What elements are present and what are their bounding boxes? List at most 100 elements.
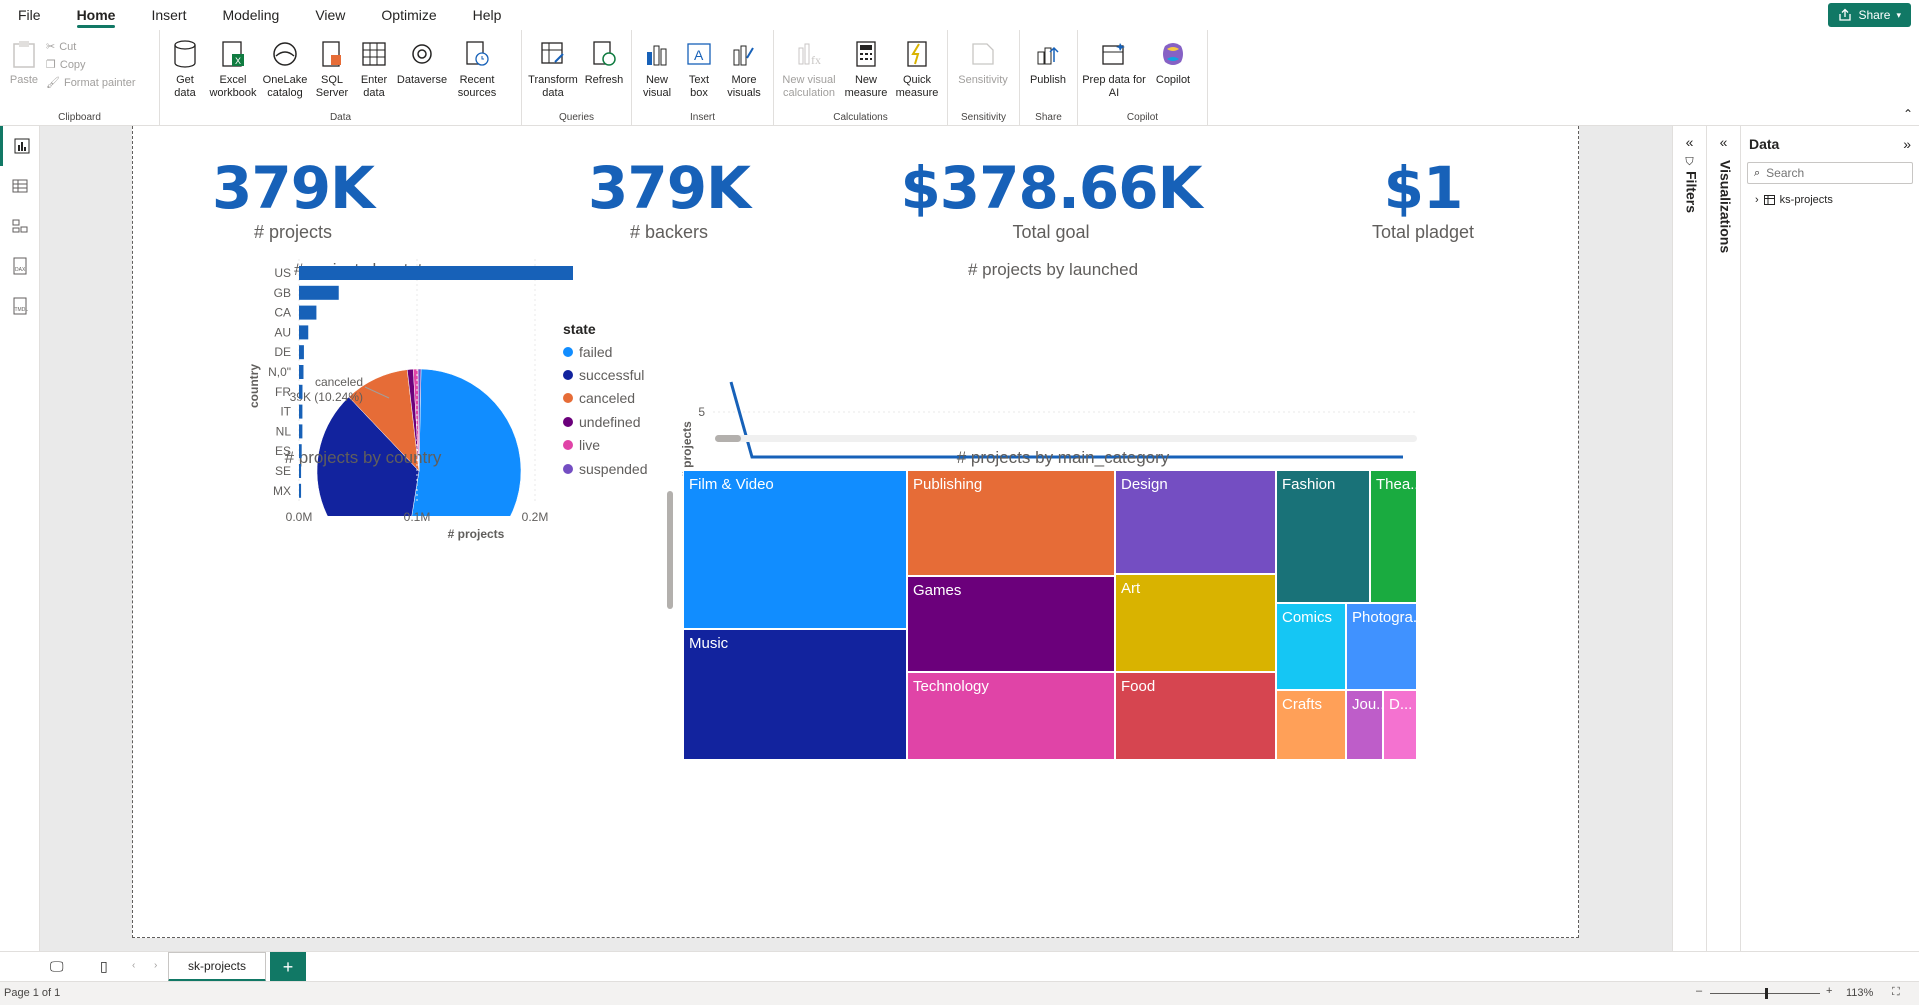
legend-item-suspended[interactable]: suspended (563, 457, 648, 481)
treemap-cell[interactable]: Thea... (1370, 470, 1417, 603)
line-chart-scrollbar[interactable] (715, 435, 1417, 442)
zoom-out-icon[interactable]: – (1696, 985, 1702, 997)
cut-button[interactable]: ✂ Cut (46, 40, 136, 54)
recent-sources-button[interactable]: Recent sources (450, 34, 504, 108)
copy-button[interactable]: ❐ Copy (46, 58, 136, 72)
y-tick-label: ES (275, 444, 291, 458)
treemap-cell[interactable]: Music (683, 629, 907, 760)
sql-server-button[interactable]: SQL Server (312, 34, 352, 108)
legend-item-canceled[interactable]: canceled (563, 387, 648, 411)
onelake-catalog-button[interactable]: OneLake catalog (260, 34, 310, 108)
treemap-cell[interactable]: Technology (907, 672, 1115, 760)
treemap-chart[interactable]: Film & Video Music Publishing Games Technolo… (683, 470, 1417, 760)
zoom-slider[interactable] (1710, 988, 1820, 999)
bar-AU (299, 325, 309, 340)
text-box-button[interactable]: A Text box (680, 34, 718, 108)
zoom-in-icon[interactable]: + (1826, 985, 1832, 997)
new-measure-button[interactable]: New measure (842, 34, 890, 108)
paste-button[interactable]: Paste (4, 34, 44, 108)
menu-file[interactable]: File (0, 0, 59, 30)
more-visuals-button[interactable]: More visuals (720, 34, 768, 108)
menu-modeling[interactable]: Modeling (204, 0, 297, 30)
table-view-icon[interactable] (0, 166, 40, 206)
prev-page-icon[interactable]: ‹ (132, 960, 135, 971)
bar-chart[interactable]: 0.0M0.1M0.2M0.3MUSGBCAAUDEN,0"FRITNLESSE… (133, 126, 573, 546)
mobile-layout-icon[interactable]: ▯ (100, 958, 108, 975)
add-page-button[interactable]: + (270, 952, 306, 982)
scrollbar-thumb[interactable] (715, 435, 741, 442)
get-data-button[interactable]: Get data (164, 34, 206, 108)
legend-item-undefined[interactable]: undefined (563, 410, 648, 434)
transform-data-button[interactable]: Transform data (526, 34, 580, 108)
treemap-cell[interactable]: Food (1115, 672, 1276, 760)
treemap-cell[interactable]: Design (1115, 470, 1276, 574)
filter-icon: ⛉ (1685, 156, 1694, 168)
next-page-icon[interactable]: › (154, 960, 157, 971)
search-input[interactable] (1766, 166, 1887, 180)
share-button[interactable]: Share ▾ (1828, 3, 1911, 27)
card-label: # backers (629, 222, 709, 242)
tmdl-view-icon[interactable]: TMDL (0, 286, 40, 326)
page-tab-sk-projects[interactable]: sk-projects (168, 952, 266, 982)
report-view-icon[interactable] (0, 126, 40, 166)
zoom-slider-thumb[interactable] (1765, 988, 1768, 999)
collapse-visualizations-icon[interactable]: « (1707, 134, 1740, 150)
data-search-box[interactable]: ⌕ (1747, 162, 1913, 184)
new-visual-calculation-button[interactable]: fx New visual calculation (778, 34, 840, 108)
treemap-cell[interactable]: Fashion (1276, 470, 1370, 603)
expand-pane-icon[interactable]: » (1903, 136, 1911, 152)
treemap-cell[interactable]: D... (1383, 690, 1417, 760)
enter-data-button[interactable]: Enter data (354, 34, 394, 108)
filters-pane[interactable]: « ⛉ Filters (1672, 126, 1706, 951)
model-view-icon[interactable] (0, 206, 40, 246)
paste-icon (8, 38, 40, 70)
copilot-button[interactable]: Copilot (1148, 34, 1198, 108)
menu-optimize[interactable]: Optimize (363, 0, 454, 30)
quick-measure-label: Quick measure (895, 74, 939, 100)
menu-help[interactable]: Help (455, 0, 520, 30)
collapse-filters-icon[interactable]: « (1673, 134, 1706, 150)
menu-home[interactable]: Home (59, 0, 134, 30)
legend-item-live[interactable]: live (563, 434, 648, 458)
dax-query-view-icon[interactable]: DAX (0, 246, 40, 286)
refresh-button[interactable]: Refresh (582, 34, 626, 108)
card-total-goal[interactable]: $378.66K Total goal (896, 154, 1206, 243)
treemap-cell[interactable]: Crafts (1276, 690, 1346, 760)
chevron-right-icon[interactable]: › (1755, 194, 1759, 206)
desktop-layout-icon[interactable]: 🖵 (50, 958, 64, 975)
treemap-cell[interactable]: Jou... (1346, 690, 1383, 760)
treemap-cell[interactable]: Art (1115, 574, 1276, 672)
treemap-cell[interactable]: Comics (1276, 603, 1346, 690)
excel-workbook-button[interactable]: X Excel workbook (208, 34, 258, 108)
cut-label: Cut (59, 40, 77, 53)
new-visual-button[interactable]: New visual (636, 34, 678, 108)
ribbon-group-queries: Transform data Refresh Queries (522, 30, 632, 126)
format-painter-button[interactable]: 🖌 Format painter (46, 76, 136, 90)
bar-chart-scrollbar[interactable] (667, 491, 673, 609)
dataverse-label: Dataverse (396, 74, 448, 86)
treemap-cell[interactable]: Publishing (907, 470, 1115, 576)
menu-view[interactable]: View (297, 0, 363, 30)
view-switcher-rail: DAX TMDL (0, 126, 40, 951)
card-backers[interactable]: 379K # backers (539, 154, 799, 243)
svg-text:DAX: DAX (15, 267, 26, 273)
dataverse-button[interactable]: Dataverse (396, 34, 448, 108)
treemap-cell[interactable]: Film & Video (683, 470, 907, 629)
treemap-cell-label: Photogra... (1352, 609, 1417, 626)
sensitivity-button[interactable]: Sensitivity (952, 34, 1014, 108)
prep-data-for-ai-button[interactable]: Prep data for AI (1082, 34, 1146, 108)
quick-measure-button[interactable]: Quick measure (892, 34, 942, 108)
card-total-pladget[interactable]: $1 Total pladget (1293, 154, 1553, 243)
collapse-ribbon-icon[interactable]: ⌃ (1903, 107, 1913, 121)
visualizations-pane[interactable]: « Visualizations (1706, 126, 1740, 951)
table-ks-projects[interactable]: › ks-projects (1741, 184, 1919, 206)
legend-item-failed[interactable]: failed (563, 341, 648, 363)
treemap-cell[interactable]: Games (907, 576, 1115, 672)
publish-button[interactable]: Publish (1024, 34, 1072, 108)
sql-server-label: SQL Server (315, 74, 349, 100)
fit-to-page-icon[interactable]: ⛶ (1892, 986, 1900, 999)
group-label-sensitivity: Sensitivity (960, 112, 1006, 123)
treemap-cell[interactable]: Photogra... (1346, 603, 1417, 690)
legend-item-successful[interactable]: successful (563, 363, 648, 387)
menu-insert[interactable]: Insert (133, 0, 204, 30)
